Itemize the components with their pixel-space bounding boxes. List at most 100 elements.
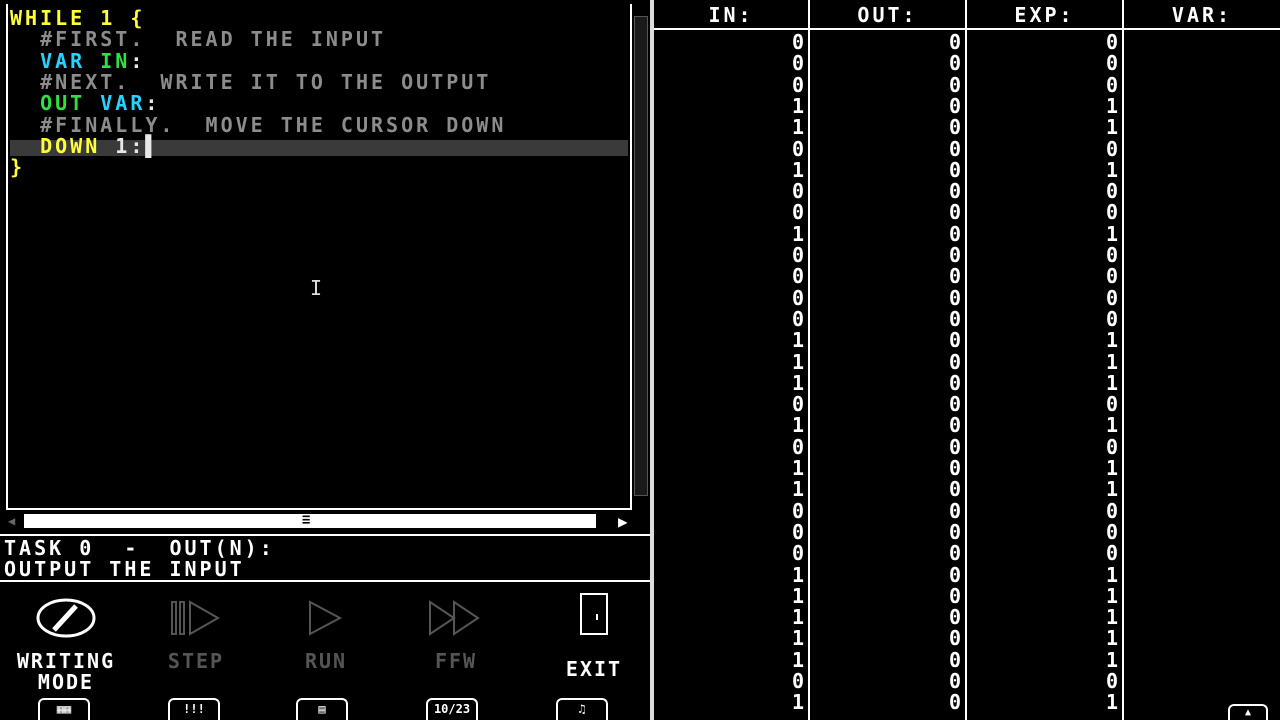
table-cell-exp: 0: [1105, 498, 1118, 523]
table-cell-in: 0: [791, 519, 804, 544]
table-cell-in: 0: [791, 243, 804, 267]
grip-icon: ≡: [302, 512, 311, 528]
table-cell-out: 0: [948, 157, 961, 182]
table-cell-in: 1: [791, 349, 804, 374]
writing-mode-label-1: WRITING: [16, 649, 116, 673]
table-cell-in: 1: [791, 93, 804, 118]
table-cell-exp: 0: [1105, 434, 1118, 459]
column-separator: [965, 0, 967, 720]
fast-forward-icon: [416, 598, 496, 647]
table-cell-in: 1: [791, 583, 804, 608]
table-cell-out: 0: [948, 200, 961, 225]
table-cell-out: 0: [948, 456, 961, 480]
table-cell-exp: 1: [1105, 370, 1118, 395]
scroll-right-icon[interactable]: ▶: [618, 512, 628, 531]
pencil-icon: [0, 598, 132, 647]
table-cell-in: 0: [791, 541, 804, 566]
table-cell-out: 0: [948, 115, 961, 140]
table-cell-in: 1: [791, 115, 804, 140]
table-cell-out: 0: [948, 562, 961, 587]
vertical-scrollbar[interactable]: [630, 4, 650, 510]
table-cell-in: 0: [791, 264, 804, 289]
table-cell-exp: 1: [1105, 115, 1118, 140]
table-cell-out: 0: [948, 626, 961, 651]
code-line[interactable]: VAR IN:: [10, 50, 145, 72]
table-cell-exp: 0: [1105, 306, 1118, 331]
column-separator: [1122, 0, 1124, 720]
code-line[interactable]: }: [10, 157, 25, 178]
table-cell-in: 0: [791, 136, 804, 161]
tape-icon[interactable]: ▤: [296, 698, 348, 720]
exit-button[interactable]: EXIT: [550, 592, 638, 680]
step-button[interactable]: STEP: [156, 598, 236, 672]
table-cell-out: 0: [948, 669, 961, 693]
column-header-exp: EXP:: [1014, 3, 1075, 27]
table-cell-exp: 0: [1105, 136, 1118, 161]
table-cell-in: 1: [791, 626, 804, 651]
table-cell-in: 1: [791, 647, 804, 672]
table-cell-out: 0: [948, 179, 961, 204]
table-cell-in: 0: [791, 72, 804, 97]
music-icon[interactable]: ♫: [556, 698, 608, 720]
vertical-scroll-track[interactable]: [634, 16, 648, 496]
table-cell-in: 1: [791, 605, 804, 630]
code-line[interactable]: #NEXT. WRITE IT TO THE OUTPUT: [10, 71, 491, 93]
table-cell-exp: 0: [1105, 179, 1118, 204]
pause-icon[interactable]: !!!: [168, 698, 220, 720]
run-button[interactable]: RUN: [286, 598, 366, 672]
door-icon: [550, 592, 638, 645]
writing-mode-label-2: MODE: [37, 670, 95, 694]
code-token: ▌: [145, 133, 161, 158]
table-cell-out: 0: [948, 370, 961, 395]
table-cell-exp: 1: [1105, 583, 1118, 608]
writing-mode-button[interactable]: WRITING MODE: [0, 598, 132, 693]
horizontal-scrollbar[interactable]: ◀ ≡ ▶: [6, 510, 650, 532]
table-cell-exp: 0: [1105, 541, 1118, 566]
table-cell-out: 0: [948, 30, 961, 54]
code-line[interactable]: #FINALLY. MOVE THE CURSOR DOWN: [10, 114, 506, 136]
code-lines[interactable]: WHILE 1 { #FIRST. READ THE INPUT VAR IN:…: [6, 4, 630, 510]
code-line[interactable]: WHILE 1 {: [10, 8, 145, 29]
table-cell-exp: 1: [1105, 328, 1118, 353]
table-cell-out: 0: [948, 93, 961, 118]
scroll-left-icon[interactable]: ◀: [8, 514, 15, 528]
table-cell-exp: 1: [1105, 93, 1118, 118]
table-cell-exp: 1: [1105, 157, 1118, 182]
table-cell-out: 0: [948, 306, 961, 331]
table-cell-in: 1: [791, 562, 804, 587]
ffw-label: FFW: [434, 649, 478, 673]
table-cell-out: 0: [948, 605, 961, 630]
table-cell-exp: 1: [1105, 690, 1118, 715]
code-line[interactable]: #FIRST. READ THE INPUT: [10, 29, 386, 50]
run-label: RUN: [304, 649, 348, 673]
table-cell-in: 0: [791, 498, 804, 523]
table-cell-exp: 0: [1105, 519, 1118, 544]
scroll-up-icon[interactable]: ▲: [1228, 704, 1268, 720]
table-cell-exp: 0: [1105, 264, 1118, 289]
column-header-out: OUT:: [857, 3, 918, 27]
table-cell-out: 0: [948, 285, 961, 310]
table-cell-out: 0: [948, 51, 961, 76]
counter-icon[interactable]: 10/23: [426, 698, 478, 720]
table-cell-in: 1: [791, 477, 804, 502]
table-cell-out: 0: [948, 221, 961, 246]
code-line[interactable]: OUT VAR:: [10, 93, 160, 114]
table-cell-out: 0: [948, 72, 961, 97]
task-title: TASK 0 - OUT(N):: [4, 536, 275, 560]
table-cell-out: 0: [948, 392, 961, 417]
table-cell-exp: 0: [1105, 51, 1118, 76]
ffw-button[interactable]: FFW: [416, 598, 496, 672]
table-cell-in: 1: [791, 328, 804, 353]
table-cell-out: 0: [948, 477, 961, 502]
task-subtitle: OUTPUT THE INPUT: [4, 557, 245, 581]
table-cell-exp: 1: [1105, 562, 1118, 587]
table-cell-exp: 1: [1105, 626, 1118, 651]
code-line[interactable]: DOWN 1:▌: [10, 133, 161, 158]
table-cell-exp: 0: [1105, 200, 1118, 225]
keyboard-icon[interactable]: ▦▦: [38, 698, 90, 720]
table-cell-out: 0: [948, 243, 961, 267]
table-cell-out: 0: [948, 328, 961, 353]
table-cell-out: 0: [948, 413, 961, 438]
table-cell-in: 0: [791, 285, 804, 310]
table-cell-exp: 1: [1105, 221, 1118, 246]
